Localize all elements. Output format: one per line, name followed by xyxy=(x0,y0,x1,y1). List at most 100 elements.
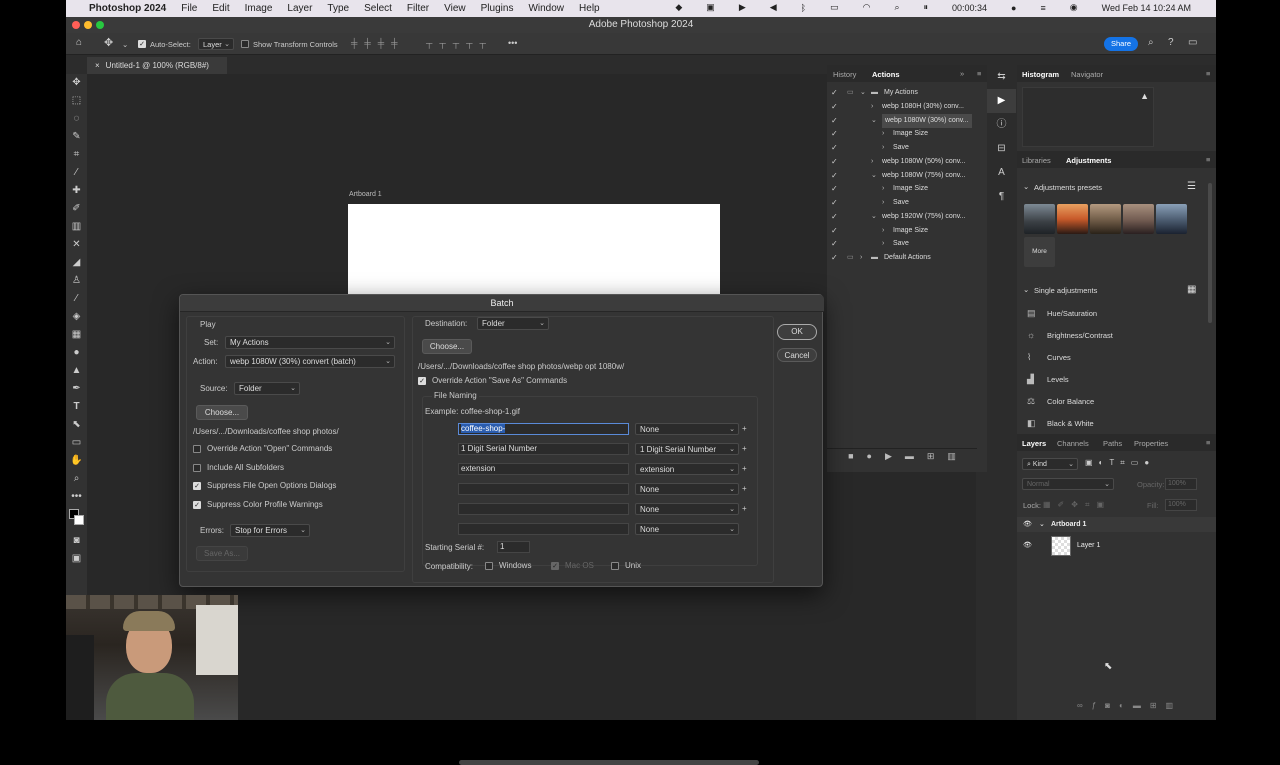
menu-plugins[interactable]: Plugins xyxy=(481,3,514,14)
presets-chevron-icon[interactable]: ⌄ xyxy=(1023,182,1029,191)
wifi-icon[interactable]: ◠ xyxy=(863,2,871,13)
display-icon[interactable]: ▣ xyxy=(706,2,715,13)
list-view-icon[interactable]: ☰ xyxy=(1187,181,1196,192)
naming-field[interactable] xyxy=(458,523,629,535)
pause-recording-icon[interactable]: ⏸ xyxy=(923,2,928,13)
naming-dropdown[interactable]: extension ⌄ xyxy=(635,463,739,475)
tab-navigator[interactable]: Navigator xyxy=(1071,70,1103,79)
chevron-right-icon[interactable]: › xyxy=(882,127,884,141)
type-icon[interactable]: T xyxy=(66,398,87,416)
adjustments-menu-icon[interactable]: ≡ xyxy=(1206,155,1210,164)
adjustment-brightness-contrast[interactable]: ☼ Brightness/Contrast xyxy=(1027,330,1113,340)
battery-icon[interactable]: ▭ xyxy=(830,2,839,13)
preset-thumb[interactable] xyxy=(1057,204,1088,234)
cancel-button[interactable]: Cancel xyxy=(777,348,817,362)
add-field-icon[interactable]: + xyxy=(742,504,747,513)
blend-mode-dropdown[interactable]: Normal ⌄ xyxy=(1022,478,1114,490)
menu-image[interactable]: Image xyxy=(245,3,273,14)
edit-toolbar-icon[interactable]: ••• xyxy=(66,488,87,506)
share-button[interactable]: Share xyxy=(1104,37,1138,51)
play-icon[interactable]: ▶ xyxy=(739,2,746,13)
horizontal-scrollbar[interactable] xyxy=(459,760,759,765)
tab-histogram[interactable]: Histogram xyxy=(1022,70,1059,79)
windows-checkbox[interactable]: Windows xyxy=(485,561,531,570)
lasso-icon[interactable]: ◌ xyxy=(66,110,87,128)
bluetooth-icon[interactable]: ᛒ xyxy=(801,3,806,13)
adjustment-color-balance[interactable]: ⚖ Color Balance xyxy=(1027,396,1094,407)
naming-field[interactable]: 1 Digit Serial Number xyxy=(458,443,629,455)
app-menu[interactable]: Photoshop 2024 xyxy=(89,3,166,14)
chevron-right-icon[interactable]: › xyxy=(882,141,884,155)
path-select-icon[interactable]: ⬉ xyxy=(66,416,87,434)
action-row[interactable]: ✓ › Save xyxy=(827,196,975,210)
set-dropdown[interactable]: My Actions ⌄ xyxy=(225,336,395,349)
action-row[interactable]: ✓ ⌄ webp 1080W (75%) conv... xyxy=(827,169,975,183)
adjustments-scrollbar[interactable] xyxy=(1208,183,1212,323)
background-color[interactable] xyxy=(74,515,84,525)
align-icons[interactable]: ╪╪╪╪ xyxy=(351,38,405,48)
fill-field[interactable]: 100% xyxy=(1165,499,1197,511)
volume-icon[interactable]: ◀ xyxy=(770,2,777,13)
auto-select-checkbox[interactable]: ✓ xyxy=(138,39,146,49)
marquee-icon[interactable]: ⬚ xyxy=(66,92,87,110)
grid-view-icon[interactable]: ▦ xyxy=(1187,284,1196,295)
action-row[interactable]: ✓ › Image Size xyxy=(827,182,975,196)
chevron-down-icon[interactable]: ⌄ xyxy=(860,86,866,100)
naming-dropdown[interactable]: None ⌄ xyxy=(635,523,739,535)
brush-icon[interactable]: ✐ xyxy=(66,200,87,218)
add-field-icon[interactable]: + xyxy=(742,464,747,473)
adjustment-hue-saturation[interactable]: ▤ Hue/Saturation xyxy=(1027,308,1097,319)
shape-icon[interactable]: ▭ xyxy=(66,434,87,452)
path-icon[interactable]: ✒ xyxy=(66,380,87,398)
blur-icon[interactable]: ◈ xyxy=(66,308,87,326)
tool-preset-chevron-icon[interactable]: ⌄ xyxy=(122,40,128,49)
unix-checkbox[interactable]: Unix xyxy=(611,561,641,570)
more-options-icon[interactable]: ••• xyxy=(508,38,517,48)
tab-history[interactable]: History xyxy=(833,70,856,79)
tab-actions[interactable]: Actions xyxy=(872,70,900,79)
chevron-right-icon[interactable]: › xyxy=(882,237,884,251)
delete-icon[interactable]: ▥ xyxy=(947,451,956,464)
stop-recording-icon[interactable]: ● xyxy=(1011,3,1016,13)
action-row[interactable]: ✓ ⌄ webp 1080W (30%) conv... xyxy=(827,113,975,128)
check-icon[interactable]: ✓ xyxy=(831,237,838,251)
chevron-down-icon[interactable]: ⌄ xyxy=(871,210,877,224)
actions-play-icon[interactable]: ▶ xyxy=(987,89,1016,113)
check-icon[interactable]: ✓ xyxy=(831,127,838,141)
check-icon[interactable]: ✓ xyxy=(831,86,838,100)
visibility-icon[interactable]: 👁 xyxy=(1023,533,1032,559)
tab-layers[interactable]: Layers xyxy=(1022,439,1046,448)
check-icon[interactable]: ✓ xyxy=(831,100,838,114)
new-set-icon[interactable]: ▬ xyxy=(905,451,914,464)
save-as-button[interactable]: Save As... xyxy=(196,546,248,561)
check-icon[interactable]: ✓ xyxy=(831,182,838,196)
healing-icon[interactable]: ✚ xyxy=(66,182,87,200)
destination-dropdown[interactable]: Folder ⌄ xyxy=(477,317,549,330)
naming-dropdown[interactable]: None ⌄ xyxy=(635,483,739,495)
naming-dropdown[interactable]: None ⌄ xyxy=(635,423,739,435)
close-icon[interactable] xyxy=(72,21,80,29)
naming-dropdown[interactable]: 1 Digit Serial Number ⌄ xyxy=(635,443,739,455)
chevron-down-icon[interactable]: ⌄ xyxy=(871,114,877,128)
gradient-icon[interactable]: ⁄ xyxy=(66,290,87,308)
action-dropdown[interactable]: webp 1080W (30%) convert (batch) ⌄ xyxy=(225,355,395,368)
preset-thumb[interactable] xyxy=(1123,204,1154,234)
dropbox-icon[interactable]: ◆ xyxy=(675,2,682,13)
action-row[interactable]: ✓ ▭ ⌄ ▬ My Actions xyxy=(827,86,975,100)
chevron-right-icon[interactable]: › xyxy=(882,182,884,196)
chevron-right-icon[interactable]: › xyxy=(860,251,862,265)
tab-channels[interactable]: Channels xyxy=(1057,439,1089,448)
layer-action-icons[interactable]: ∞ƒ◙◐▬⊞▥ xyxy=(1077,701,1182,710)
check-icon[interactable]: ✓ xyxy=(831,141,838,155)
tab-libraries[interactable]: Libraries xyxy=(1022,156,1051,165)
move-tool-icon[interactable]: ✥ xyxy=(104,36,113,49)
check-icon[interactable]: ✓ xyxy=(831,155,838,169)
menu-layer[interactable]: Layer xyxy=(287,3,312,14)
new-action-icon[interactable]: ⊞ xyxy=(927,451,935,464)
override-save-checkbox[interactable]: ✓ Override Action "Save As" Commands xyxy=(418,376,567,385)
auto-select-dropdown[interactable]: Layer ⌄ xyxy=(198,38,234,50)
histogram-menu-icon[interactable]: ≡ xyxy=(1206,69,1210,78)
pen-icon[interactable]: ▲ xyxy=(66,362,87,380)
paragraph-icon[interactable]: ¶ xyxy=(987,185,1016,209)
tab-paths[interactable]: Paths xyxy=(1103,439,1122,448)
